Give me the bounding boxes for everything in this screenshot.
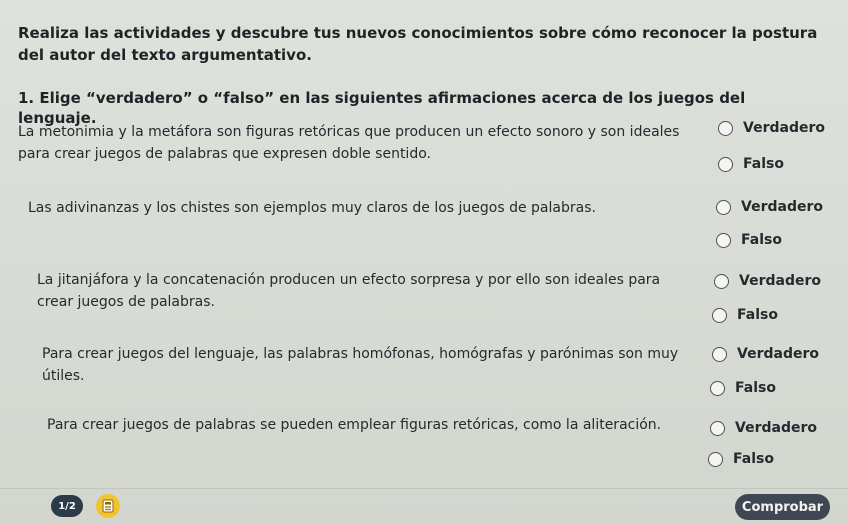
statement-5: Para crear juegos de palabras se pueden … [47, 417, 662, 433]
option-false-1[interactable]: Falso [718, 156, 784, 172]
option-true-1[interactable]: Verdadero [718, 120, 825, 136]
option-false-label-2: Falso [741, 232, 782, 248]
radio-false-2[interactable] [716, 232, 731, 248]
page-indicator: 1/2 [51, 495, 83, 517]
statement-1: La metonimia y la metáfora son figuras r… [18, 124, 680, 162]
option-true-label-5: Verdadero [735, 420, 817, 436]
option-true-3[interactable]: Verdadero [714, 273, 821, 289]
radio-false-1[interactable] [718, 156, 733, 172]
option-true-2[interactable]: Verdadero [716, 199, 823, 215]
option-true-5[interactable]: Verdadero [710, 420, 817, 436]
instructions-text: Realiza las actividades y descubre tus n… [18, 24, 818, 64]
statement-2: Las adivinanzas y los chistes son ejempl… [28, 200, 596, 216]
option-false-4[interactable]: Falso [710, 380, 776, 396]
statement-3: La jitanjáfora y la concatenación produc… [37, 272, 661, 310]
calculator-glyph-icon [102, 499, 114, 513]
statement-4: Para crear juegos del lenguaje, las pala… [42, 346, 679, 384]
option-false-2[interactable]: Falso [716, 232, 782, 248]
option-false-label-5: Falso [733, 451, 774, 467]
radio-true-3[interactable] [714, 273, 729, 289]
option-false-5[interactable]: Falso [708, 451, 774, 467]
option-true-label-2: Verdadero [741, 199, 823, 215]
radio-false-4[interactable] [710, 380, 725, 396]
radio-true-1[interactable] [718, 120, 733, 136]
footer-divider [0, 488, 848, 489]
option-true-label-3: Verdadero [739, 273, 821, 289]
calculator-icon[interactable] [96, 494, 120, 518]
radio-false-3[interactable] [712, 307, 727, 323]
radio-false-5[interactable] [708, 451, 723, 467]
radio-true-5[interactable] [710, 420, 725, 436]
option-false-label-3: Falso [737, 307, 778, 323]
radio-true-4[interactable] [712, 346, 727, 362]
check-button[interactable]: Comprobar [735, 494, 830, 520]
activity-page: Realiza las actividades y descubre tus n… [0, 0, 848, 523]
option-true-4[interactable]: Verdadero [712, 346, 819, 362]
radio-true-2[interactable] [716, 199, 731, 215]
option-true-label-1: Verdadero [743, 120, 825, 136]
option-true-label-4: Verdadero [737, 346, 819, 362]
option-false-label-1: Falso [743, 156, 784, 172]
option-false-label-4: Falso [735, 380, 776, 396]
option-false-3[interactable]: Falso [712, 307, 778, 323]
